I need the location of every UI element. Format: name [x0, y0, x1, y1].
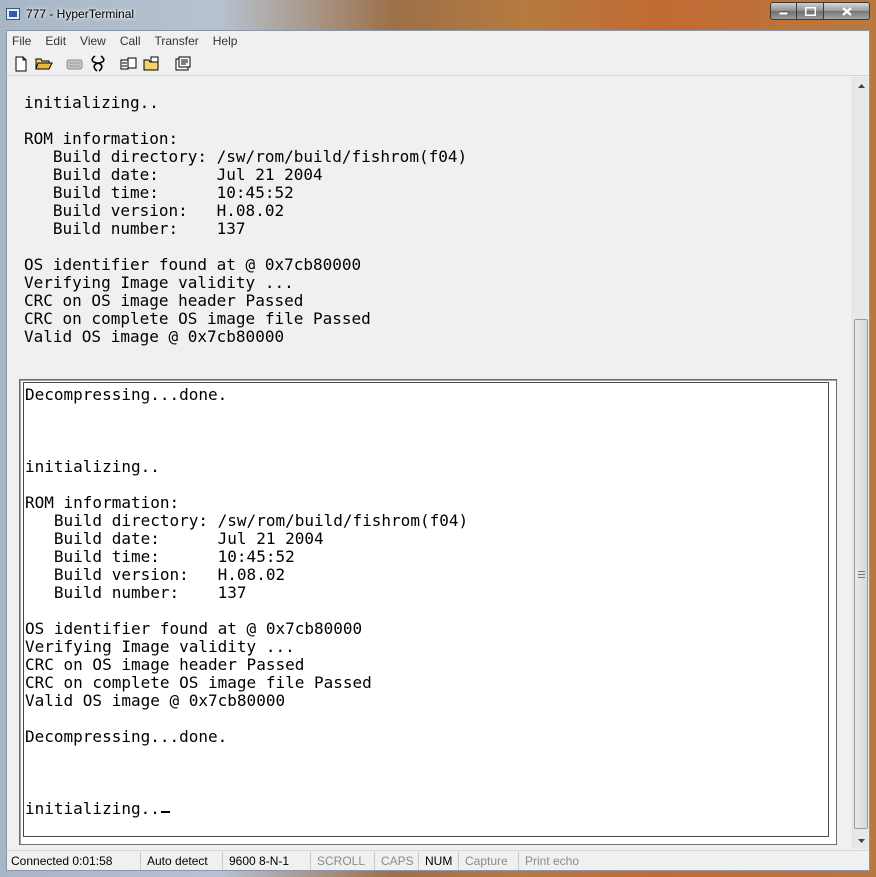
- title-bar[interactable]: 777 - HyperTerminal: [0, 0, 876, 30]
- scroll-thumb[interactable]: [854, 319, 868, 829]
- menu-help[interactable]: Help: [206, 31, 245, 51]
- terminal-line: initializing..: [25, 799, 160, 818]
- status-detect: Auto detect: [141, 851, 223, 870]
- scrollback-history: initializing.. ROM information: Build di…: [24, 94, 844, 346]
- status-settings: 9600 8-N-1: [223, 851, 311, 870]
- terminal-line: ROM information:: [25, 493, 180, 512]
- status-caps: CAPS: [375, 851, 419, 870]
- status-capture: Capture: [459, 851, 519, 870]
- arrow-up-icon: [857, 83, 865, 88]
- client-area: File Edit View Call Transfer Help initia…: [6, 30, 870, 871]
- terminal-screen[interactable]: Decompressing...done. initializing.. ROM…: [19, 379, 837, 845]
- open-button[interactable]: [33, 54, 54, 74]
- caption-buttons: [770, 2, 870, 22]
- history-line: ROM information:: [24, 129, 179, 148]
- terminal-line: initializing..: [25, 457, 160, 476]
- properties-icon: [175, 56, 190, 71]
- maximize-icon: [804, 6, 816, 16]
- new-icon: [15, 56, 26, 71]
- terminal-line: Build version: H.08.02: [25, 565, 286, 584]
- history-line: Build version: H.08.02: [52, 201, 285, 220]
- maximize-button[interactable]: [797, 2, 824, 20]
- vertical-scrollbar[interactable]: [852, 77, 869, 849]
- terminal-screen-inner: Decompressing...done. initializing.. ROM…: [23, 382, 829, 837]
- text-cursor: [160, 811, 170, 813]
- grip-icon: [857, 570, 865, 578]
- close-icon: [841, 6, 852, 16]
- open-icon: [34, 58, 53, 70]
- receive-button[interactable]: [141, 54, 162, 74]
- hyperterminal-window: 777 - HyperTerminal File Edit View Call …: [0, 0, 876, 877]
- status-num: NUM: [419, 851, 459, 870]
- history-line: OS identifier found at @ 0x7cb80000: [24, 255, 362, 274]
- scroll-up-button[interactable]: [853, 77, 869, 94]
- scroll-down-button[interactable]: [853, 832, 869, 849]
- menu-call[interactable]: Call: [113, 31, 148, 51]
- menu-view[interactable]: View: [73, 31, 113, 51]
- status-bar: Connected 0:01:58 Auto detect 9600 8-N-1…: [7, 850, 869, 870]
- terminal-output: Decompressing...done. initializing.. ROM…: [25, 386, 468, 818]
- minimize-button[interactable]: [770, 2, 797, 20]
- disconnect-icon: [90, 55, 105, 72]
- history-line: initializing..: [24, 93, 159, 112]
- history-line: Build date: Jul 21 2004: [52, 165, 323, 184]
- terminal-line: CRC on OS image header Passed: [25, 655, 305, 674]
- history-line: Build time: 10:45:52: [52, 183, 294, 202]
- receive-icon: [143, 56, 159, 71]
- history-line: Verifying Image validity ...: [24, 273, 294, 292]
- history-line: Valid OS image @ 0x7cb80000: [24, 327, 285, 346]
- menu-bar: File Edit View Call Transfer Help: [7, 31, 869, 51]
- status-print-echo: Print echo: [525, 853, 580, 868]
- terminal-line: Build number: 137: [25, 583, 247, 602]
- status-connected: Connected 0:01:58: [7, 851, 141, 870]
- minimize-icon: [778, 11, 788, 15]
- status-scroll: SCROLL: [311, 851, 375, 870]
- disconnect-button[interactable]: [87, 54, 108, 74]
- new-connection-button[interactable]: [10, 54, 31, 74]
- terminal-line: Decompressing...done.: [25, 385, 228, 404]
- terminal-line: Build date: Jul 21 2004: [25, 529, 324, 548]
- terminal-line: Build directory: /sw/rom/build/fishrom(f…: [25, 511, 469, 530]
- menu-transfer[interactable]: Transfer: [148, 31, 206, 51]
- connect-button[interactable]: [64, 54, 85, 74]
- menu-edit[interactable]: Edit: [38, 31, 73, 51]
- close-button[interactable]: [824, 2, 870, 20]
- terminal-line: OS identifier found at @ 0x7cb80000: [25, 619, 363, 638]
- terminal-line: Verifying Image validity ...: [25, 637, 295, 656]
- terminal-line: Build time: 10:45:52: [25, 547, 295, 566]
- send-button[interactable]: [118, 54, 139, 74]
- window-title: 777 - HyperTerminal: [26, 7, 135, 21]
- arrow-down-icon: [857, 838, 865, 843]
- properties-button[interactable]: [172, 54, 193, 74]
- history-line: Build number: 137: [52, 219, 246, 238]
- terminal-line: CRC on complete OS image file Passed: [25, 673, 372, 692]
- connect-icon: [66, 59, 83, 69]
- history-line: CRC on complete OS image file Passed: [24, 309, 371, 328]
- menu-file[interactable]: File: [7, 31, 38, 51]
- send-icon: [120, 57, 137, 69]
- terminal-area[interactable]: initializing.. ROM information: Build di…: [7, 77, 869, 849]
- toolbar: [7, 52, 869, 76]
- history-line: CRC on OS image header Passed: [24, 291, 304, 310]
- terminal-line: Decompressing...done.: [25, 727, 228, 746]
- app-icon[interactable]: [6, 8, 20, 20]
- terminal-line: Valid OS image @ 0x7cb80000: [25, 691, 286, 710]
- history-line: Build directory: /sw/rom/build/fishrom(f…: [52, 147, 468, 166]
